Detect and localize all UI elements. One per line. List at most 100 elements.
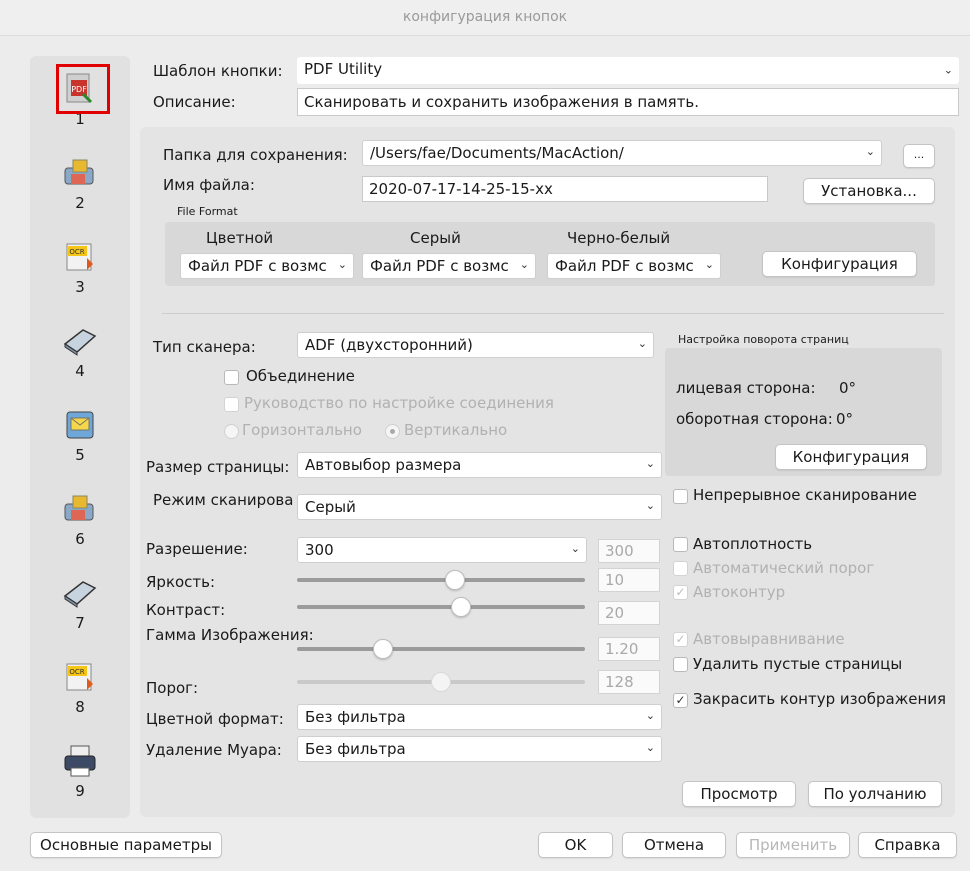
description-field[interactable]: Сканировать и сохранить изображения в па… (297, 88, 959, 116)
sidebar-item-number: 2 (75, 194, 85, 212)
gray-format-value: Файл PDF с возмс (370, 257, 509, 275)
scan-mode-select[interactable]: Серый ⌄ (297, 494, 662, 520)
front-side-label: лицевая сторона: (676, 379, 816, 397)
template-value: PDF Utility (304, 60, 383, 78)
sidebar-item-number: 5 (75, 446, 85, 464)
chevron-down-icon: ⌄ (943, 62, 953, 76)
autodensity-checkbox[interactable] (673, 537, 688, 552)
save-folder-select[interactable]: /Users/fae/Documents/MacAction/ ⌄ (362, 140, 882, 166)
template-label: Шаблон кнопки: (153, 62, 283, 80)
continuous-scan-label: Непрерывное сканирование (693, 486, 917, 504)
chevron-down-icon: ⌄ (645, 740, 655, 754)
sidebar-item-4[interactable]: 4 (30, 322, 130, 380)
brightness-slider-track[interactable] (297, 578, 585, 582)
moire-value: Без фильтра (305, 740, 406, 758)
guide-label: Руководство по настройке соединения (244, 394, 554, 412)
save-folder-label: Папка для сохранения: (163, 146, 348, 164)
autocontour-checkbox[interactable]: ✓ (673, 585, 688, 600)
sidebar-item-3[interactable]: OCR 3 (30, 238, 130, 296)
page-size-select[interactable]: Автовыбор размера ⌄ (297, 452, 662, 478)
sidebar-item-8[interactable]: OCR 8 (30, 658, 130, 716)
resolution-select[interactable]: 300 ⌄ (297, 537, 587, 563)
scanner-type-label: Тип сканера: (153, 338, 256, 356)
gamma-label: Гамма Изображения: (146, 626, 314, 644)
color-format-filter-label: Цветной формат: (146, 710, 284, 728)
email-icon (61, 406, 99, 444)
ok-button[interactable]: OK (538, 832, 613, 858)
continuous-scan-checkbox[interactable] (673, 489, 688, 504)
fill-edge-label: Закрасить контур изображения (693, 690, 947, 708)
chevron-down-icon: ⌄ (645, 708, 655, 722)
color-format-select[interactable]: Файл PDF с возмс ⌄ (180, 253, 354, 279)
sidebar-item-6[interactable]: 6 (30, 490, 130, 548)
sidebar-item-9[interactable]: 9 (30, 742, 130, 800)
file-format-label: File Format (177, 205, 238, 218)
remove-blank-checkbox[interactable] (673, 657, 688, 672)
bw-format-label: Черно-белый (567, 229, 671, 247)
gray-format-select[interactable]: Файл PDF с возмс ⌄ (362, 253, 536, 279)
autocontour-label: Автоконтур (693, 583, 786, 601)
sidebar-item-number: 9 (75, 782, 85, 800)
color-format-filter-select[interactable]: Без фильтра ⌄ (297, 704, 662, 730)
sidebar-item-2[interactable]: 2 (30, 154, 130, 212)
sidebar-item-number: 3 (75, 278, 85, 296)
fill-edge-checkbox[interactable]: ✓ (673, 693, 688, 708)
moire-select[interactable]: Без фильтра ⌄ (297, 736, 662, 762)
vertical-radio[interactable] (385, 424, 400, 439)
resolution-value: 300 (305, 541, 334, 559)
autothreshold-checkbox[interactable] (673, 561, 688, 576)
threshold-slider-knob[interactable] (431, 672, 451, 692)
autodeskew-checkbox[interactable]: ✓ (673, 632, 688, 647)
vertical-label: Вертикально (404, 421, 508, 439)
divider (162, 313, 944, 314)
scan-to-folder-icon (61, 154, 99, 192)
filename-input[interactable]: 2020-07-17-14-25-15-xx (362, 176, 768, 202)
chevron-down-icon: ⌄ (519, 257, 529, 271)
cancel-button[interactable]: Отмена (622, 832, 726, 858)
merge-checkbox[interactable] (224, 370, 239, 385)
ocr-icon: OCR (61, 658, 99, 696)
chevron-down-icon: ⌄ (645, 498, 655, 512)
help-button[interactable]: Справка (858, 832, 957, 858)
guide-checkbox[interactable] (224, 397, 239, 412)
setup-button[interactable]: Установка... (803, 178, 935, 204)
rotation-config-button[interactable]: Конфигурация (775, 444, 927, 470)
resolution-label: Разрешение: (146, 540, 248, 558)
chevron-down-icon: ⌄ (704, 257, 714, 271)
format-config-button[interactable]: Конфигурация (762, 251, 917, 277)
threshold-value[interactable]: 128 (598, 670, 660, 694)
sidebar-item-5[interactable]: 5 (30, 406, 130, 464)
gamma-slider-track[interactable] (297, 647, 585, 651)
autothreshold-label: Автоматический порог (693, 559, 875, 577)
contrast-label: Контраст: (146, 601, 226, 619)
gamma-value[interactable]: 1.20 (598, 637, 660, 661)
preview-button[interactable]: Просмотр (682, 781, 796, 807)
brightness-value[interactable]: 10 (598, 568, 660, 592)
ocr-icon: OCR (61, 238, 99, 276)
browse-button[interactable]: ... (903, 144, 935, 168)
contrast-slider-track[interactable] (297, 605, 585, 609)
scanner-icon (61, 322, 99, 360)
back-side-label: оборотная сторона: (676, 410, 833, 428)
selected-item-highlight (56, 64, 110, 114)
apply-button[interactable]: Применить (736, 832, 850, 858)
chevron-down-icon: ⌄ (865, 144, 875, 158)
svg-text:OCR: OCR (69, 668, 84, 676)
autodeskew-label: Автовыравнивание (693, 630, 845, 648)
color-format-value: Файл PDF с возмс (188, 257, 327, 275)
save-folder-value: /Users/fae/Documents/MacAction/ (370, 144, 624, 162)
scanner-type-select[interactable]: ADF (двухсторонний) ⌄ (297, 332, 654, 358)
basic-settings-button[interactable]: Основные параметры (30, 832, 222, 858)
bw-format-select[interactable]: Файл PDF с возмс ⌄ (547, 253, 721, 279)
color-format-filter-value: Без фильтра (305, 708, 406, 726)
brightness-label: Яркость: (146, 573, 216, 591)
sidebar-item-7[interactable]: 7 (30, 574, 130, 632)
horizontal-radio[interactable] (224, 424, 239, 439)
defaults-button[interactable]: По уолчанию (808, 781, 942, 807)
sidebar-item-number: 4 (75, 362, 85, 380)
rotation-title: Настройка поворота страниц (678, 333, 849, 346)
template-select[interactable]: PDF Utility ⌄ (297, 57, 959, 84)
page-size-value: Автовыбор размера (305, 456, 462, 474)
chevron-down-icon: ⌄ (637, 336, 647, 350)
contrast-value[interactable]: 20 (598, 601, 660, 625)
